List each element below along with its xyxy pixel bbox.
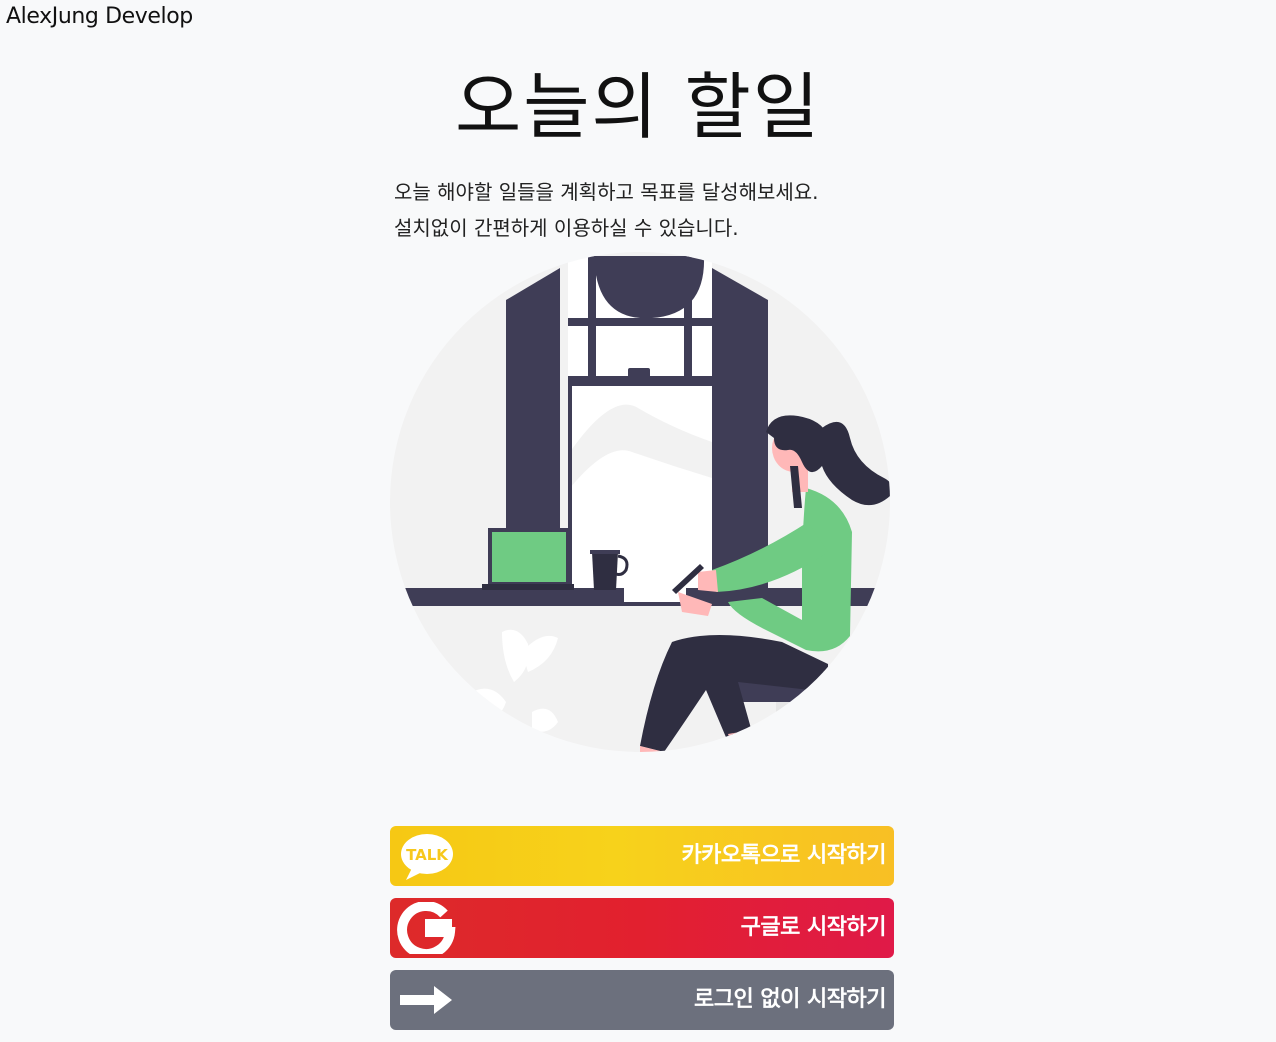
kakao-login-label: 카카오톡으로 시작하기 — [681, 843, 886, 868]
google-login-button[interactable]: 구글로 시작하기 — [390, 898, 894, 958]
kakao-talk-icon: TALK — [401, 834, 453, 880]
description-line: 오늘 해야할 일들을 계획하고 목표를 달성해보세요. — [394, 180, 819, 204]
brand-logo-text[interactable]: AlexJung Develop — [6, 4, 193, 29]
kakao-login-button[interactable]: TALK 카카오톡으로 시작하기 — [390, 826, 894, 886]
page-description: 오늘 해야할 일들을 계획하고 목표를 달성해보세요. 설치없이 간편하게 이용… — [394, 174, 819, 246]
guest-start-button[interactable]: 로그인 없이 시작하기 — [390, 970, 894, 1030]
arrow-right-icon — [400, 986, 452, 1014]
kakao-talk-icon-text: TALK — [406, 846, 449, 864]
woman-at-window-illustration — [390, 252, 890, 752]
guest-start-label: 로그인 없이 시작하기 — [694, 987, 886, 1012]
google-g-icon — [397, 902, 456, 954]
description-line: 설치없이 간편하게 이용하실 수 있습니다. — [394, 216, 739, 240]
page-title: 오늘의 할일 — [454, 65, 822, 149]
google-login-label: 구글로 시작하기 — [740, 915, 887, 940]
